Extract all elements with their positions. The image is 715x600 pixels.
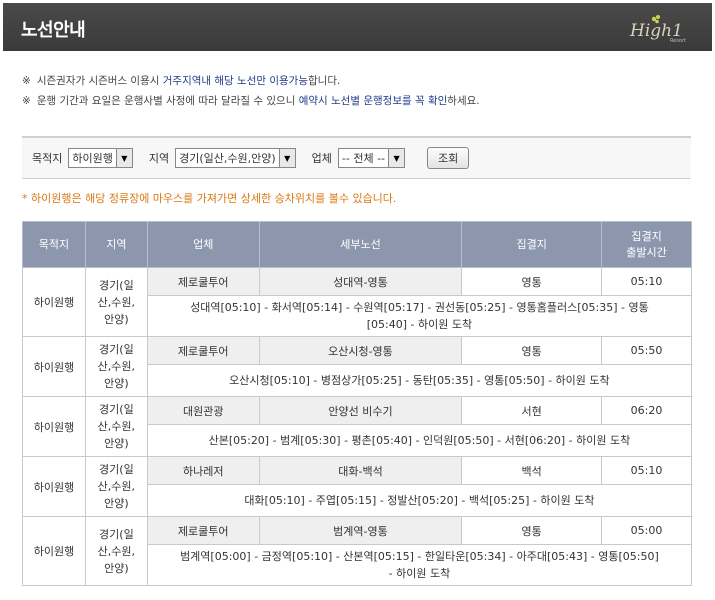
table-row: 하이원행 경기(일 산,수원, 안양) 제로쿨투어 성대역-영통 영통 05:10 — [22, 267, 692, 337]
company-cell: 하나레저 — [146, 456, 260, 485]
stops-cell[interactable]: 대화[05:10] - 주엽[05:15] - 정발산[05:20] - 백석[… — [146, 484, 693, 517]
stops-cell[interactable]: 성대역[05:10] - 화서역[05:14] - 수원역[05:17] - 권… — [146, 295, 693, 337]
destination-cell: 하이원행 — [22, 336, 86, 397]
company-cell: 제로쿨투어 — [146, 336, 260, 365]
table-row: 하이원행 경기(일 산,수원, 안양) 하나레저 대화-백석 백석 05:10 — [22, 456, 692, 517]
region-cell: 경기(일 산,수원, 안양) — [84, 456, 148, 517]
col-company: 업체 — [146, 221, 260, 268]
region-label: 지역 — [148, 152, 170, 165]
page-title: 노선안내 — [21, 20, 86, 41]
notice-item: ※ 시즌권자가 시즌버스 이용시 거주지역내 해당 노선만 이용가능합니다. — [22, 75, 341, 87]
departure-time-cell: 05:10 — [601, 267, 692, 296]
route-table: 목적지 지역 업체 세부노선 집결지 집결지 출발시간 하이원행 경기(일 산,수원… — [22, 221, 693, 586]
svg-text:Resort: Resort — [670, 38, 686, 44]
boarding-hint: * 하이원행은 해당 정류장에 마우스를 가져가면 상세한 승차위치를 볼수 있… — [22, 192, 397, 205]
route-cell: 범계역-영통 — [258, 516, 463, 545]
notice-item: ※ 운행 기간과 요일은 운행사별 사정에 따라 달라질 수 있으니 예약시 노선… — [22, 95, 480, 107]
destination-cell: 하이원행 — [22, 456, 86, 517]
stops-cell[interactable]: 산본[05:20] - 범계[05:30] - 평촌[05:40] - 인덕원[… — [146, 424, 693, 457]
table-header-row: 목적지 지역 업체 세부노선 집결지 집결지 출발시간 — [22, 221, 692, 268]
col-destination: 목적지 — [22, 221, 86, 268]
destination-cell: 하이원행 — [22, 516, 86, 586]
search-button[interactable]: 조회 — [427, 147, 470, 169]
destination-cell: 하이원행 — [22, 267, 86, 337]
region-cell: 경기(일 산,수원, 안양) — [84, 267, 148, 337]
hub-cell: 서현 — [461, 396, 603, 425]
hub-cell: 백석 — [461, 456, 603, 485]
col-hub: 집결지 — [461, 221, 603, 268]
destination-select[interactable]: 하이원행 ▼ — [68, 148, 133, 168]
table-row: 하이원행 경기(일 산,수원, 안양) 제로쿨투어 범계역-영통 영통 05:00 — [22, 516, 692, 586]
col-departure-time: 집결지 출발시간 — [601, 221, 692, 268]
page-header: 노선안내 High1 Resort — [3, 3, 712, 51]
route-cell: 성대역-영통 — [258, 267, 463, 296]
table-row: 하이원행 경기(일 산,수원, 안양) 제로쿨투어 오산시청-영통 영통 05:50 — [22, 336, 692, 397]
region-select[interactable]: 경기(일산,수원,안양) ▼ — [175, 148, 296, 168]
stops-cell[interactable]: 범계역[05:00] - 금정역[05:10] - 산본역[05:15] - 한… — [146, 544, 693, 586]
destination-label: 목적지 — [32, 152, 63, 165]
hub-cell: 영통 — [461, 267, 603, 296]
region-cell: 경기(일 산,수원, 안양) — [84, 336, 148, 397]
departure-time-cell: 05:50 — [601, 336, 692, 365]
route-cell: 대화-백석 — [258, 456, 463, 485]
high1-logo: High1 Resort — [629, 15, 686, 44]
stops-cell[interactable]: 오산시청[05:10] - 병점상가[05:25] - 동탄[05:35] - … — [146, 364, 693, 397]
company-cell: 대원관광 — [146, 396, 260, 425]
table-row: 하이원행 경기(일 산,수원, 안양) 대원관광 안양선 비수기 서현 06:20 — [22, 396, 692, 457]
chevron-down-icon: ▼ — [388, 149, 405, 167]
search-filter-bar: 목적지 하이원행 ▼ 지역 경기(일산,수원,안양) ▼ 업체 -- 전체 --… — [22, 136, 691, 179]
destination-cell: 하이원행 — [22, 396, 86, 457]
company-select[interactable]: -- 전체 -- ▼ — [337, 148, 406, 168]
route-cell: 오산시청-영통 — [258, 336, 463, 365]
company-label: 업체 — [311, 152, 332, 165]
departure-time-cell: 06:20 — [601, 396, 692, 425]
col-region: 지역 — [84, 221, 148, 268]
chevron-down-icon: ▼ — [115, 149, 132, 167]
region-cell: 경기(일 산,수원, 안양) — [84, 396, 148, 457]
hub-cell: 영통 — [461, 336, 603, 365]
region-cell: 경기(일 산,수원, 안양) — [84, 516, 148, 586]
departure-time-cell: 05:00 — [601, 516, 692, 545]
chevron-down-icon: ▼ — [278, 149, 295, 167]
notice-list: ※ 시즌권자가 시즌버스 이용시 거주지역내 해당 노선만 이용가능합니다. ※ 운… — [22, 71, 480, 111]
col-route: 세부노선 — [258, 221, 463, 268]
route-cell: 안양선 비수기 — [258, 396, 463, 425]
departure-time-cell: 05:10 — [601, 456, 692, 485]
hub-cell: 영통 — [461, 516, 603, 545]
company-cell: 제로쿨투어 — [146, 516, 260, 545]
company-cell: 제로쿨투어 — [146, 267, 260, 296]
